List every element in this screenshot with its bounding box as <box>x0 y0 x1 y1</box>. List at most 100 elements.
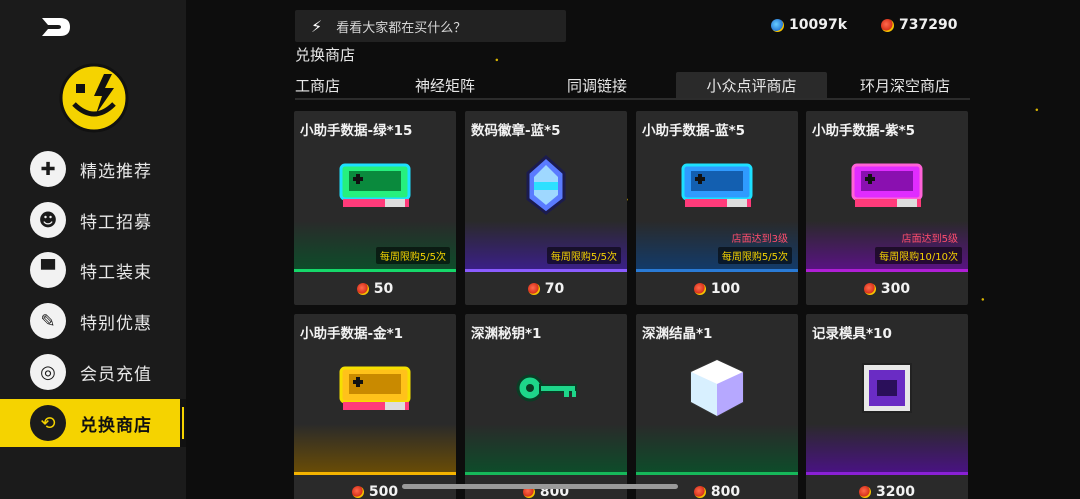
price-value: 500 <box>368 484 399 499</box>
back-logo-icon[interactable] <box>40 16 72 38</box>
purchase-limit: 每周限购5/5次 <box>717 247 792 264</box>
tab-labor-shop[interactable]: 工商店 <box>295 72 355 98</box>
red-token-coin-icon <box>881 18 894 32</box>
shop-tabs: 工商店 神经矩阵 同调链接 小众点评商店 环月深空商店 <box>295 72 970 100</box>
shop-screen: ✚ 精选推荐 ☻ 特工招募 ▀ 特工装束 ✎ 特别优惠 ◎ 会员充值 ⟲ 兑换商… <box>0 0 1080 499</box>
item-name: 小助手数据-绿*15 <box>300 123 413 139</box>
currency-blue[interactable]: 10097k <box>771 17 847 33</box>
card-rarity-bar <box>465 269 627 272</box>
card-rarity-bar <box>294 269 456 272</box>
shop-item-card[interactable]: 深渊结晶*1 800 <box>636 314 798 499</box>
red-token-coin-icon <box>693 283 706 295</box>
abyss-crystal-cube-icon <box>690 358 744 418</box>
card-glow <box>465 424 627 474</box>
card-rarity-bar <box>806 269 968 272</box>
item-price: 50 <box>294 281 456 297</box>
card-rarity-bar <box>806 472 968 475</box>
lightning-icon: ⚡ <box>311 16 323 36</box>
item-name: 小助手数据-紫*5 <box>812 123 916 139</box>
shop-level-requirement: 店面达到5级 <box>901 234 958 245</box>
shop-item-card[interactable]: 小助手数据-紫*5 店面达到5级 每周限购10/10次 300 <box>806 111 968 305</box>
shop-item-card[interactable]: 深渊秘钥*1 800 <box>465 314 627 499</box>
blue-gem-coin-icon <box>771 18 784 32</box>
price-value: 3200 <box>876 484 915 499</box>
sidebar-item-featured[interactable]: ✚ 精选推荐 <box>0 145 186 193</box>
item-name: 数码徽章-蓝*5 <box>471 123 561 139</box>
red-token-coin-icon <box>351 486 364 498</box>
red-token-coin-icon <box>527 283 540 295</box>
active-indicator <box>180 399 186 447</box>
agent-cat-icon: ☻ <box>30 202 66 238</box>
purple-data-cartridge-icon <box>851 163 923 207</box>
purchase-limit: 每周限购5/5次 <box>375 247 450 264</box>
item-name: 小助手数据-金*1 <box>300 326 404 342</box>
sidebar-item-label: 特工装束 <box>80 262 152 283</box>
red-token-coin-icon <box>859 486 872 498</box>
red-token-coin-icon <box>356 283 369 295</box>
abyss-key-icon <box>516 374 577 402</box>
digital-badge-icon <box>526 155 566 215</box>
shop-item-card[interactable]: 小助手数据-绿*15 每周限购5/5次 50 <box>294 111 456 305</box>
tab-sync-link[interactable]: 同调链接 <box>547 72 647 98</box>
price-value: 300 <box>880 281 911 297</box>
pen-icon: ✎ <box>30 303 66 339</box>
shop-item-card[interactable]: 小助手数据-金*1 500 <box>294 314 456 499</box>
sidebar-item-outfits[interactable]: ▀ 特工装束 <box>0 246 186 294</box>
card-rarity-bar <box>465 472 627 475</box>
search-placeholder: 看看大家都在买什么？ <box>336 20 467 36</box>
item-name: 深渊秘钥*1 <box>471 326 542 342</box>
card-glow <box>294 424 456 474</box>
currency-value: 10097k <box>789 17 848 33</box>
sidebar-item-recruit[interactable]: ☻ 特工招募 <box>0 196 186 244</box>
item-name: 记录模具*10 <box>812 326 892 342</box>
item-price: 3200 <box>806 484 968 499</box>
red-token-coin-icon <box>863 283 876 295</box>
price-value: 100 <box>710 281 741 297</box>
gold-data-cartridge-icon <box>339 366 411 410</box>
card-glow <box>806 424 968 474</box>
sidebar-item-membership[interactable]: ◎ 会员充值 <box>0 348 186 396</box>
blue-data-cartridge-icon <box>681 163 753 207</box>
dpad-icon: ✚ <box>30 151 66 187</box>
card-rarity-bar <box>636 269 798 272</box>
item-name: 深渊结晶*1 <box>642 326 713 342</box>
record-mold-icon <box>862 363 912 413</box>
sidebar-item-special-offers[interactable]: ✎ 特别优惠 <box>0 297 186 345</box>
shop-item-card[interactable]: 小助手数据-蓝*5 店面达到3级 每周限购5/5次 100 <box>636 111 798 305</box>
search-bar[interactable]: ⚡ 看看大家都在买什么？ <box>295 10 566 42</box>
currency-value: 737290 <box>899 17 958 33</box>
shop-item-card[interactable]: 记录模具*10 3200 <box>806 314 968 499</box>
sidebar-item-label: 兑换商店 <box>80 415 152 436</box>
red-token-coin-icon <box>693 486 706 498</box>
tab-neural-matrix[interactable]: 神经矩阵 <box>395 72 495 98</box>
smiley-bolt-emblem-icon <box>59 63 129 133</box>
tab-niche-review-shop[interactable]: 小众点评商店 <box>676 72 827 98</box>
tshirt-icon: ▀ <box>30 252 66 288</box>
exchange-icon: ⟲ <box>30 405 66 441</box>
tab-lunar-deep-space-shop[interactable]: 环月深空商店 <box>845 72 965 98</box>
item-price: 70 <box>465 281 627 297</box>
green-data-cartridge-icon <box>339 163 411 207</box>
sidebar-item-label: 特工招募 <box>80 212 152 233</box>
sidebar-item-label: 特别优惠 <box>80 313 152 334</box>
shop-item-card[interactable]: 数码徽章-蓝*5 每周限购5/5次 70 <box>465 111 627 305</box>
purchase-limit: 每周限购10/10次 <box>875 247 962 264</box>
price-value: 800 <box>710 484 741 499</box>
currency-red[interactable]: 737290 <box>881 17 957 33</box>
item-price: 100 <box>636 281 798 297</box>
page-title: 兑换商店 <box>295 46 356 64</box>
shop-level-requirement: 店面达到3级 <box>731 234 788 245</box>
sidebar-item-label: 会员充值 <box>80 364 152 385</box>
item-price: 300 <box>806 281 968 297</box>
price-value: 50 <box>373 281 394 297</box>
sidebar-item-label: 精选推荐 <box>80 161 152 182</box>
item-name: 小助手数据-蓝*5 <box>642 123 746 139</box>
purchase-limit: 每周限购5/5次 <box>546 247 621 264</box>
sidebar: ✚ 精选推荐 ☻ 特工招募 ▀ 特工装束 ✎ 特别优惠 ◎ 会员充值 ⟲ 兑换商… <box>0 0 186 499</box>
home-indicator[interactable] <box>402 484 678 489</box>
card-rarity-bar <box>294 472 456 475</box>
sidebar-item-exchange-shop[interactable]: ⟲ 兑换商店 <box>0 399 186 447</box>
card-glow <box>636 424 798 474</box>
price-value: 70 <box>544 281 565 297</box>
card-rarity-bar <box>636 472 798 475</box>
